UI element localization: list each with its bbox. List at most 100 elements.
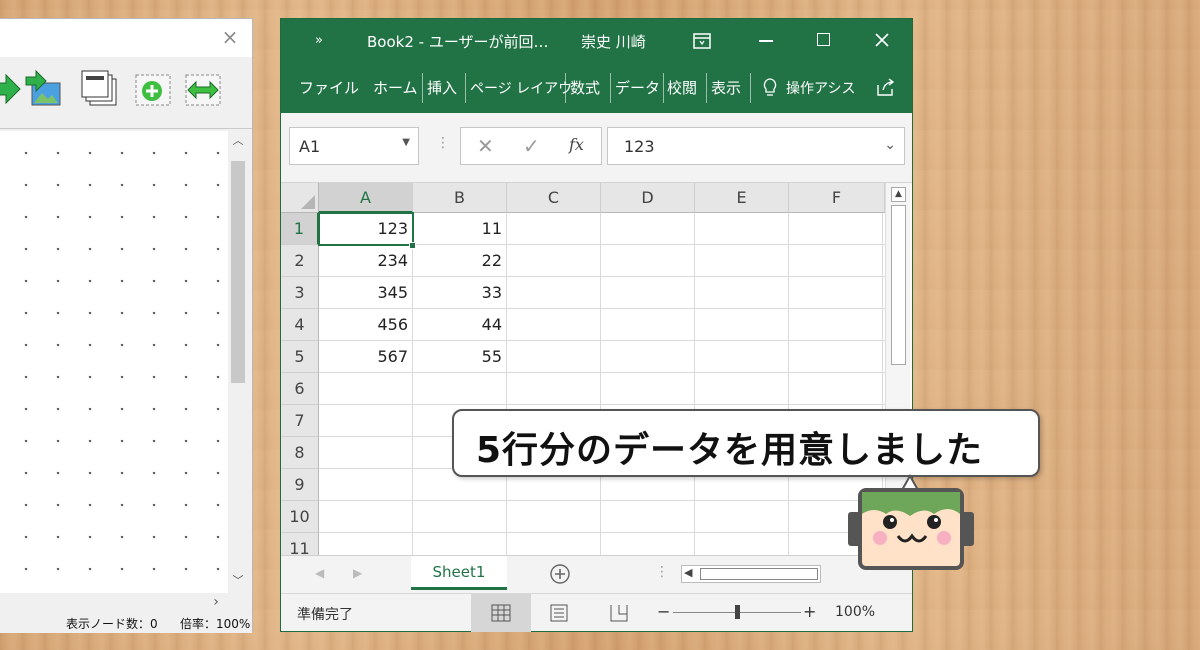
cancel-x-icon[interactable]: ✕	[477, 134, 494, 158]
worksheet-grid[interactable]: A B C D E F 1 2 3 4 5 6 7 8 9 10 11 123 …	[281, 183, 912, 555]
chevron-up-icon[interactable]: ︿	[228, 131, 248, 151]
chevron-down-icon[interactable]: ▼	[402, 137, 410, 148]
row-header[interactable]: 5	[281, 341, 319, 373]
vertical-dots-icon[interactable]: ⋮	[436, 135, 450, 151]
tab-scroll-right-icon[interactable]: ▶	[353, 566, 362, 580]
tab-divider	[565, 73, 566, 103]
tab-divider	[422, 73, 423, 103]
tab-formulas[interactable]: 数式	[570, 77, 600, 98]
status-bar: 準備完了 − + 100%	[281, 593, 912, 632]
normal-view-button[interactable]	[471, 594, 531, 632]
chevron-left-icon[interactable]: ◀	[684, 566, 692, 579]
tab-review[interactable]: 校閲	[667, 77, 697, 98]
chevron-down-icon[interactable]: ⌄	[884, 137, 896, 153]
row-header[interactable]: 6	[281, 373, 319, 405]
close-icon[interactable]	[874, 32, 890, 48]
row-header[interactable]: 3	[281, 277, 319, 309]
column-header-f[interactable]: F	[789, 183, 885, 213]
lightbulb-icon[interactable]	[763, 78, 777, 98]
sheet-tabs-bar: ◀ ▶ Sheet1 ⋮ ◀	[281, 555, 912, 593]
speech-bubble-text: 5行分のデータを用意しました	[476, 430, 984, 471]
tab-sheet1[interactable]: Sheet1	[411, 556, 507, 590]
left-status-bar: 表示ノード数：0 倍率：100%	[0, 613, 252, 633]
vertical-scrollbar[interactable]: ︿ ﹀	[228, 131, 248, 593]
add-node-icon[interactable]	[134, 69, 174, 109]
tab-page-layout[interactable]: ページ レイアウ	[470, 78, 572, 98]
speech-bubble: 5行分のデータを用意しました	[452, 409, 1040, 477]
column-header-a[interactable]: A	[319, 183, 413, 213]
zoom-slider-thumb[interactable]	[735, 605, 740, 619]
tab-divider	[663, 73, 664, 103]
quick-access-chevron-icon[interactable]: »	[315, 33, 323, 48]
checkmark-icon[interactable]: ✓	[523, 134, 540, 158]
node-count-label: 表示ノード数：0	[66, 617, 158, 631]
add-sheet-icon[interactable]	[549, 563, 571, 585]
workbook-title: Book2 - ユーザーが前回…	[367, 33, 549, 51]
row-header[interactable]: 4	[281, 309, 319, 341]
tab-scroll-left-icon[interactable]: ◀	[315, 566, 324, 580]
row-header[interactable]: 2	[281, 245, 319, 277]
share-icon[interactable]	[875, 77, 895, 97]
select-all-corner[interactable]	[281, 183, 319, 213]
tab-view[interactable]: 表示	[711, 77, 741, 98]
tab-divider	[706, 73, 707, 103]
status-ready: 準備完了	[297, 607, 353, 623]
excel-titlebar: » Book2 - ユーザーが前回… 崇史 川崎	[281, 19, 912, 63]
scroll-thumb[interactable]	[891, 205, 906, 365]
row-header[interactable]: 9	[281, 469, 319, 501]
dot-grid-canvas[interactable]	[0, 131, 228, 593]
column-header-c[interactable]: C	[507, 183, 601, 213]
insert-function-icon[interactable]: fx	[569, 135, 584, 154]
image-insert-icon[interactable]	[24, 69, 64, 109]
formula-area: A1 ▼ ⋮ ✕ ✓ fx 123 ⌄	[281, 113, 912, 183]
maximize-icon[interactable]	[817, 33, 830, 46]
close-icon[interactable]: ×	[218, 25, 242, 49]
left-app-titlebar: ×	[0, 19, 252, 57]
tab-divider	[465, 73, 466, 103]
tab-insert[interactable]: 挿入	[427, 77, 457, 98]
row-header[interactable]: 8	[281, 437, 319, 469]
zoom-out-icon[interactable]: −	[657, 602, 670, 621]
arrow-right-icon[interactable]	[0, 69, 26, 109]
zoom-in-icon[interactable]: +	[803, 602, 816, 621]
name-box-value: A1	[299, 137, 321, 156]
chevron-up-icon[interactable]: ▲	[891, 187, 906, 202]
ribbon-tabs: ファイル ホーム 挿入 ページ レイアウ 数式 データ 校閲 表示 操作アシス	[281, 63, 912, 113]
chevron-right-icon[interactable]: ›	[206, 593, 226, 611]
zoom-ratio-label: 倍率：100%	[180, 617, 251, 631]
formula-value: 123	[624, 137, 655, 156]
mascot-character-icon	[848, 474, 974, 570]
row-header[interactable]: 11	[281, 533, 319, 555]
copy-pages-icon[interactable]	[80, 69, 120, 109]
zoom-level[interactable]: 100%	[835, 604, 875, 620]
column-header-b[interactable]: B	[413, 183, 507, 213]
user-name[interactable]: 崇史 川崎	[581, 31, 646, 52]
tab-data[interactable]: データ	[615, 77, 660, 98]
excel-window: » Book2 - ユーザーが前回… 崇史 川崎 ファイル ホーム 挿入 ページ…	[280, 18, 913, 632]
tab-home[interactable]: ホーム	[373, 77, 418, 98]
formula-input[interactable]: 123 ⌄	[607, 127, 905, 165]
scroll-thumb[interactable]	[700, 568, 818, 580]
horizontal-scrollbar[interactable]: ◀	[681, 565, 821, 583]
column-header-d[interactable]: D	[601, 183, 695, 213]
vertical-dots-icon[interactable]: ⋮	[655, 564, 669, 580]
page-break-view-icon[interactable]	[609, 604, 629, 622]
horizontal-scrollbar[interactable]: ›	[0, 593, 248, 611]
scroll-thumb[interactable]	[231, 161, 245, 383]
tab-file[interactable]: ファイル	[299, 77, 359, 98]
column-header-e[interactable]: E	[695, 183, 789, 213]
page-layout-view-icon[interactable]	[549, 604, 569, 622]
fill-handle[interactable]	[409, 242, 416, 249]
left-app-window: × ︿ ﹀ › 表示ノード数：0 倍率：100%	[0, 18, 253, 633]
ribbon-display-options-icon[interactable]	[693, 33, 711, 49]
row-header[interactable]: 7	[281, 405, 319, 437]
row-header[interactable]: 10	[281, 501, 319, 533]
formula-buttons: ✕ ✓ fx	[460, 127, 602, 165]
chevron-down-icon[interactable]: ﹀	[228, 571, 248, 591]
left-app-toolbar	[0, 57, 252, 129]
tab-tell-me[interactable]: 操作アシス	[786, 78, 855, 98]
name-box[interactable]: A1 ▼	[289, 127, 419, 165]
minimize-icon[interactable]	[759, 40, 773, 42]
row-header[interactable]: 1	[281, 213, 319, 245]
swap-horizontal-icon[interactable]	[184, 69, 224, 109]
